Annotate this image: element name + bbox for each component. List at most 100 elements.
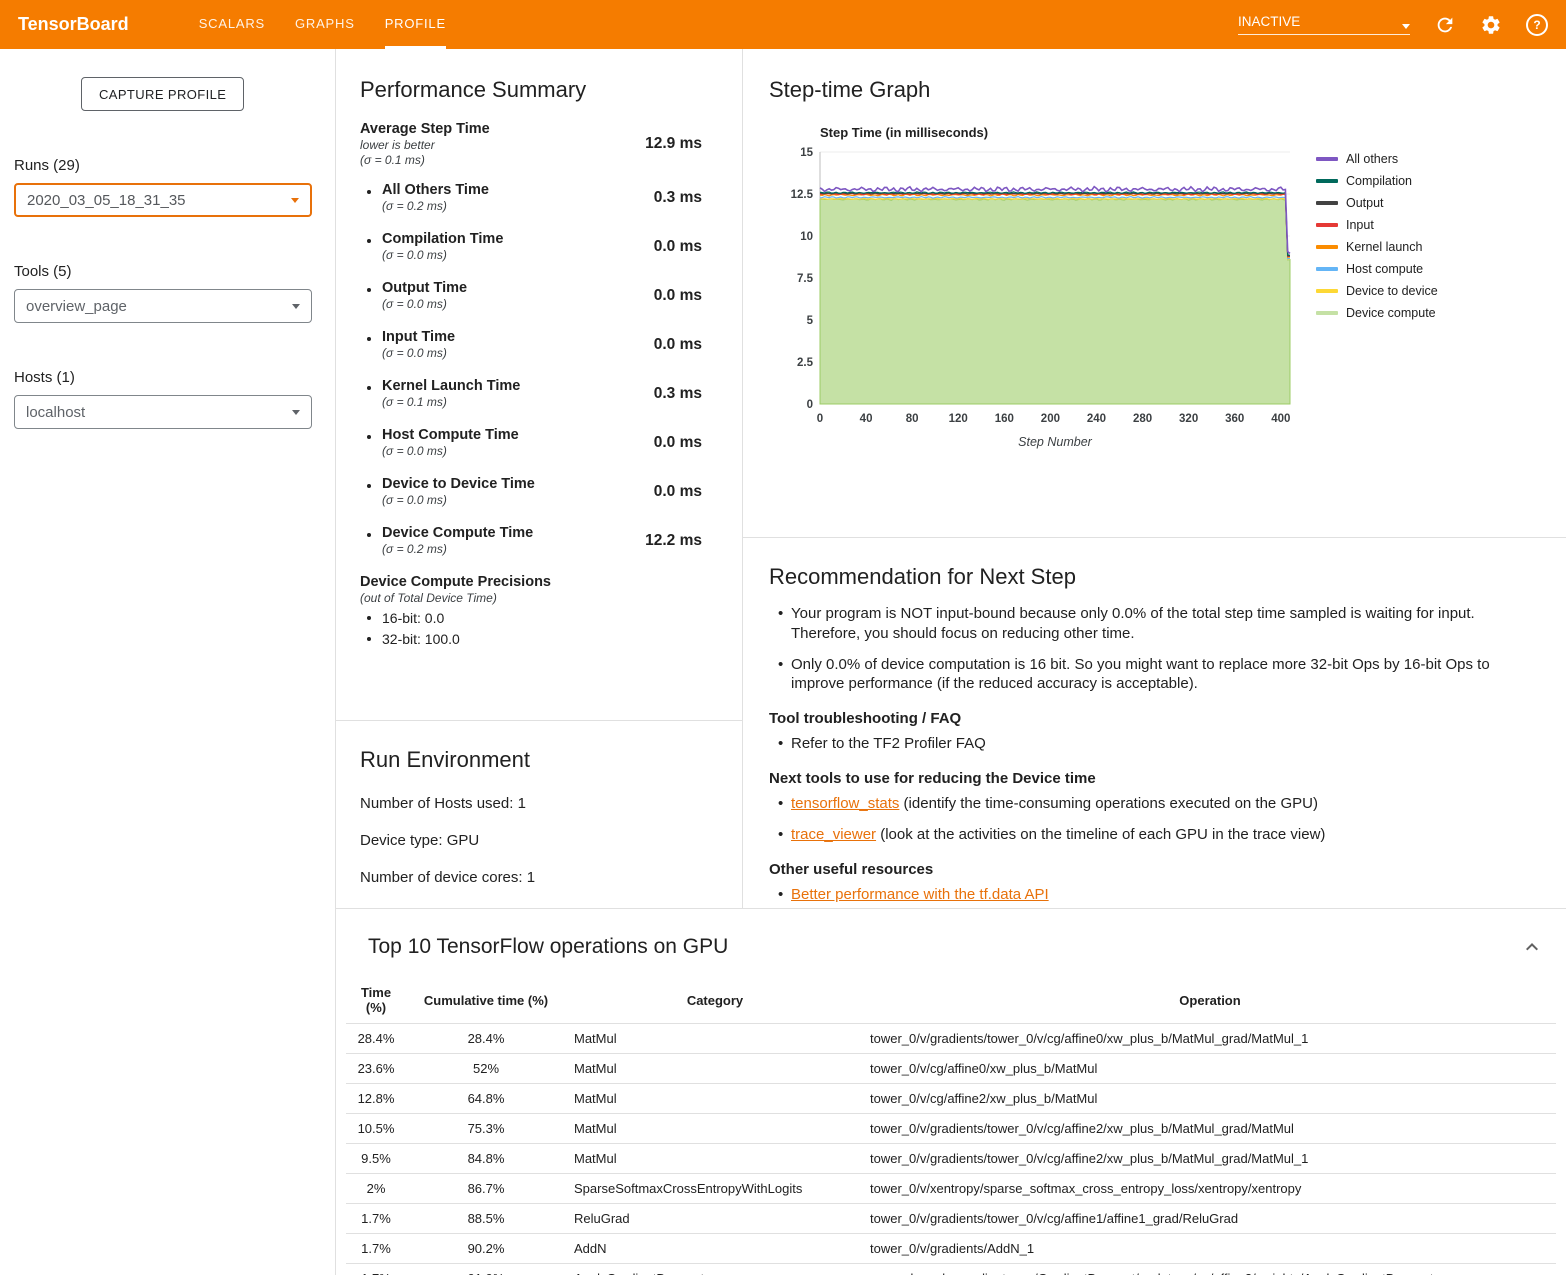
- performance-items: All Others Time (σ = 0.2 ms) 0.3 ms: [360, 182, 702, 556]
- cell-category: ApplyGradientDescent: [566, 1264, 864, 1275]
- table-row: 2% 86.7% SparseSoftmaxCrossEntropyWithLo…: [346, 1174, 1556, 1204]
- legend-label: All others: [1346, 152, 1398, 166]
- cell-time-pct: 10.5%: [346, 1114, 406, 1144]
- legend-swatch-icon: [1316, 179, 1338, 183]
- tool-link[interactable]: tensorflow_stats: [791, 795, 899, 812]
- cell-cumulative-pct: 90.2%: [406, 1234, 566, 1264]
- status-dropdown-value: INACTIVE: [1238, 14, 1300, 29]
- cell-cumulative-pct: 88.5%: [406, 1204, 566, 1234]
- svg-text:12.5: 12.5: [791, 189, 814, 201]
- performance-item: Host Compute Time (σ = 0.0 ms) 0.0 ms: [360, 427, 702, 458]
- tools-select-value: overview_page: [26, 298, 127, 315]
- metric-name: Output Time: [382, 280, 644, 296]
- metric-sigma: (σ = 0.2 ms): [382, 542, 635, 556]
- resource-link[interactable]: Better performance with the tf.data API: [791, 886, 1049, 903]
- svg-text:40: 40: [860, 413, 873, 425]
- resources-list: Better performance with the tf.data API: [769, 885, 1532, 905]
- legend-item: Device compute: [1316, 306, 1438, 320]
- precisions-subtitle: (out of Total Device Time): [360, 591, 702, 605]
- settings-gear-icon[interactable]: [1480, 14, 1502, 36]
- cell-time-pct: 1.7%: [346, 1234, 406, 1264]
- sidebar: CAPTURE PROFILE Runs (29) 2020_03_05_18_…: [0, 49, 335, 1275]
- svg-text:280: 280: [1133, 413, 1152, 425]
- run-environment-line: Number of device cores: 1: [360, 869, 718, 886]
- performance-item: Kernel Launch Time (σ = 0.1 ms) 0.3 ms: [360, 378, 702, 409]
- status-dropdown[interactable]: INACTIVE: [1238, 14, 1410, 35]
- legend-item: Output: [1316, 196, 1438, 210]
- recommendation-title: Recommendation for Next Step: [769, 564, 1532, 590]
- hosts-select[interactable]: localhost: [14, 395, 312, 429]
- metric-value: 12.2 ms: [645, 532, 702, 550]
- refresh-icon[interactable]: [1434, 14, 1456, 36]
- svg-text:10: 10: [800, 231, 813, 243]
- cell-category: MatMul: [566, 1054, 864, 1084]
- capture-profile-button[interactable]: CAPTURE PROFILE: [81, 77, 244, 111]
- chevron-down-icon: [292, 304, 300, 309]
- cell-cumulative-pct: 84.8%: [406, 1144, 566, 1174]
- performance-item: Input Time (σ = 0.0 ms) 0.0 ms: [360, 329, 702, 360]
- performance-summary-title: Performance Summary: [360, 77, 702, 103]
- legend-label: Input: [1346, 218, 1374, 232]
- performance-summary-section: Performance Summary Average Step Time lo…: [336, 49, 742, 721]
- step-time-graph-title: Step-time Graph: [769, 77, 1566, 103]
- precision-item: 16-bit: 0.0: [360, 610, 702, 626]
- metric-name: Compilation Time: [382, 231, 644, 247]
- table-row: 23.6% 52% MatMul tower_0/v/cg/affine0/xw…: [346, 1054, 1556, 1084]
- nav-tab[interactable]: GRAPHS: [295, 0, 355, 49]
- legend-label: Device compute: [1346, 306, 1436, 320]
- table-row: 12.8% 64.8% MatMul tower_0/v/cg/affine2/…: [346, 1084, 1556, 1114]
- legend-item: All others: [1316, 152, 1438, 166]
- tool-links-list: tensorflow_stats (identify the time-cons…: [769, 794, 1532, 845]
- cell-time-pct: 23.6%: [346, 1054, 406, 1084]
- table-row: 9.5% 84.8% MatMul tower_0/v/gradients/to…: [346, 1144, 1556, 1174]
- runs-select[interactable]: 2020_03_05_18_31_35: [14, 183, 312, 217]
- metric-value: 0.0 ms: [654, 238, 702, 256]
- svg-text:360: 360: [1225, 413, 1244, 425]
- nav-tab[interactable]: PROFILE: [385, 0, 446, 49]
- cell-cumulative-pct: 91.9%: [406, 1264, 566, 1275]
- precisions-title: Device Compute Precisions: [360, 574, 702, 590]
- svg-text:240: 240: [1087, 413, 1106, 425]
- faq-item: Refer to the TF2 Profiler FAQ: [791, 734, 1532, 754]
- cell-operation: tower_0/v/gradients/tower_0/v/cg/affine2…: [864, 1144, 1556, 1174]
- table-column-header: Category: [566, 977, 864, 1024]
- metric-name: Host Compute Time: [382, 427, 644, 443]
- nav-tabs: SCALARS GRAPHS PROFILE: [199, 0, 446, 49]
- metric-note: lower is better: [360, 138, 635, 152]
- metric-value: 0.0 ms: [654, 434, 702, 452]
- cell-operation: tower_0/v/xentropy/sparse_softmax_cross_…: [864, 1174, 1556, 1204]
- svg-text:200: 200: [1041, 413, 1060, 425]
- recommendation-bullet: Only 0.0% of device computation is 16 bi…: [791, 655, 1532, 695]
- cell-cumulative-pct: 52%: [406, 1054, 566, 1084]
- step-time-graph-section: Step-time Graph Step Time (in millisecon…: [743, 49, 1566, 538]
- table-header-row: Time (%)Cumulative time (%)CategoryOpera…: [346, 977, 1556, 1024]
- step-time-chart: 02.557.51012.515040801201602002402803203…: [780, 146, 1300, 454]
- table-row: 1.7% 88.5% ReluGrad tower_0/v/gradients/…: [346, 1204, 1556, 1234]
- legend-swatch-icon: [1316, 157, 1338, 161]
- cell-time-pct: 1.7%: [346, 1264, 406, 1275]
- svg-text:7.5: 7.5: [797, 273, 814, 285]
- tools-select[interactable]: overview_page: [14, 289, 312, 323]
- run-environment-line: Number of Hosts used: 1: [360, 795, 718, 812]
- metric-sigma: (σ = 0.0 ms): [382, 248, 644, 262]
- tool-link[interactable]: trace_viewer: [791, 826, 876, 843]
- legend-item: Host compute: [1316, 262, 1438, 276]
- table-row: 1.7% 90.2% AddN tower_0/v/gradients/AddN…: [346, 1234, 1556, 1264]
- performance-item: Device to Device Time (σ = 0.0 ms) 0.0 m…: [360, 476, 702, 507]
- faq-list: Refer to the TF2 Profiler FAQ: [769, 734, 1532, 754]
- precisions-list: 16-bit: 0.0 32-bit: 100.0: [360, 610, 702, 647]
- metric-sigma: (σ = 0.0 ms): [382, 346, 644, 360]
- topbar-actions: INACTIVE ?: [1238, 14, 1548, 36]
- runs-select-value: 2020_03_05_18_31_35: [27, 192, 186, 209]
- bullet-icon: [367, 435, 371, 439]
- chart-legend: All others Compilation: [1316, 152, 1438, 328]
- top-ops-section: Top 10 TensorFlow operations on GPU Time…: [336, 908, 1566, 1275]
- nav-tab[interactable]: SCALARS: [199, 0, 265, 49]
- chevron-down-icon: [1402, 24, 1410, 29]
- chevron-up-icon[interactable]: [1520, 935, 1544, 959]
- svg-text:0: 0: [817, 413, 823, 425]
- run-environment-lines: Number of Hosts used: 1Device type: GPUN…: [360, 795, 718, 886]
- svg-text:320: 320: [1179, 413, 1198, 425]
- help-icon[interactable]: ?: [1526, 14, 1548, 36]
- legend-swatch-icon: [1316, 267, 1338, 271]
